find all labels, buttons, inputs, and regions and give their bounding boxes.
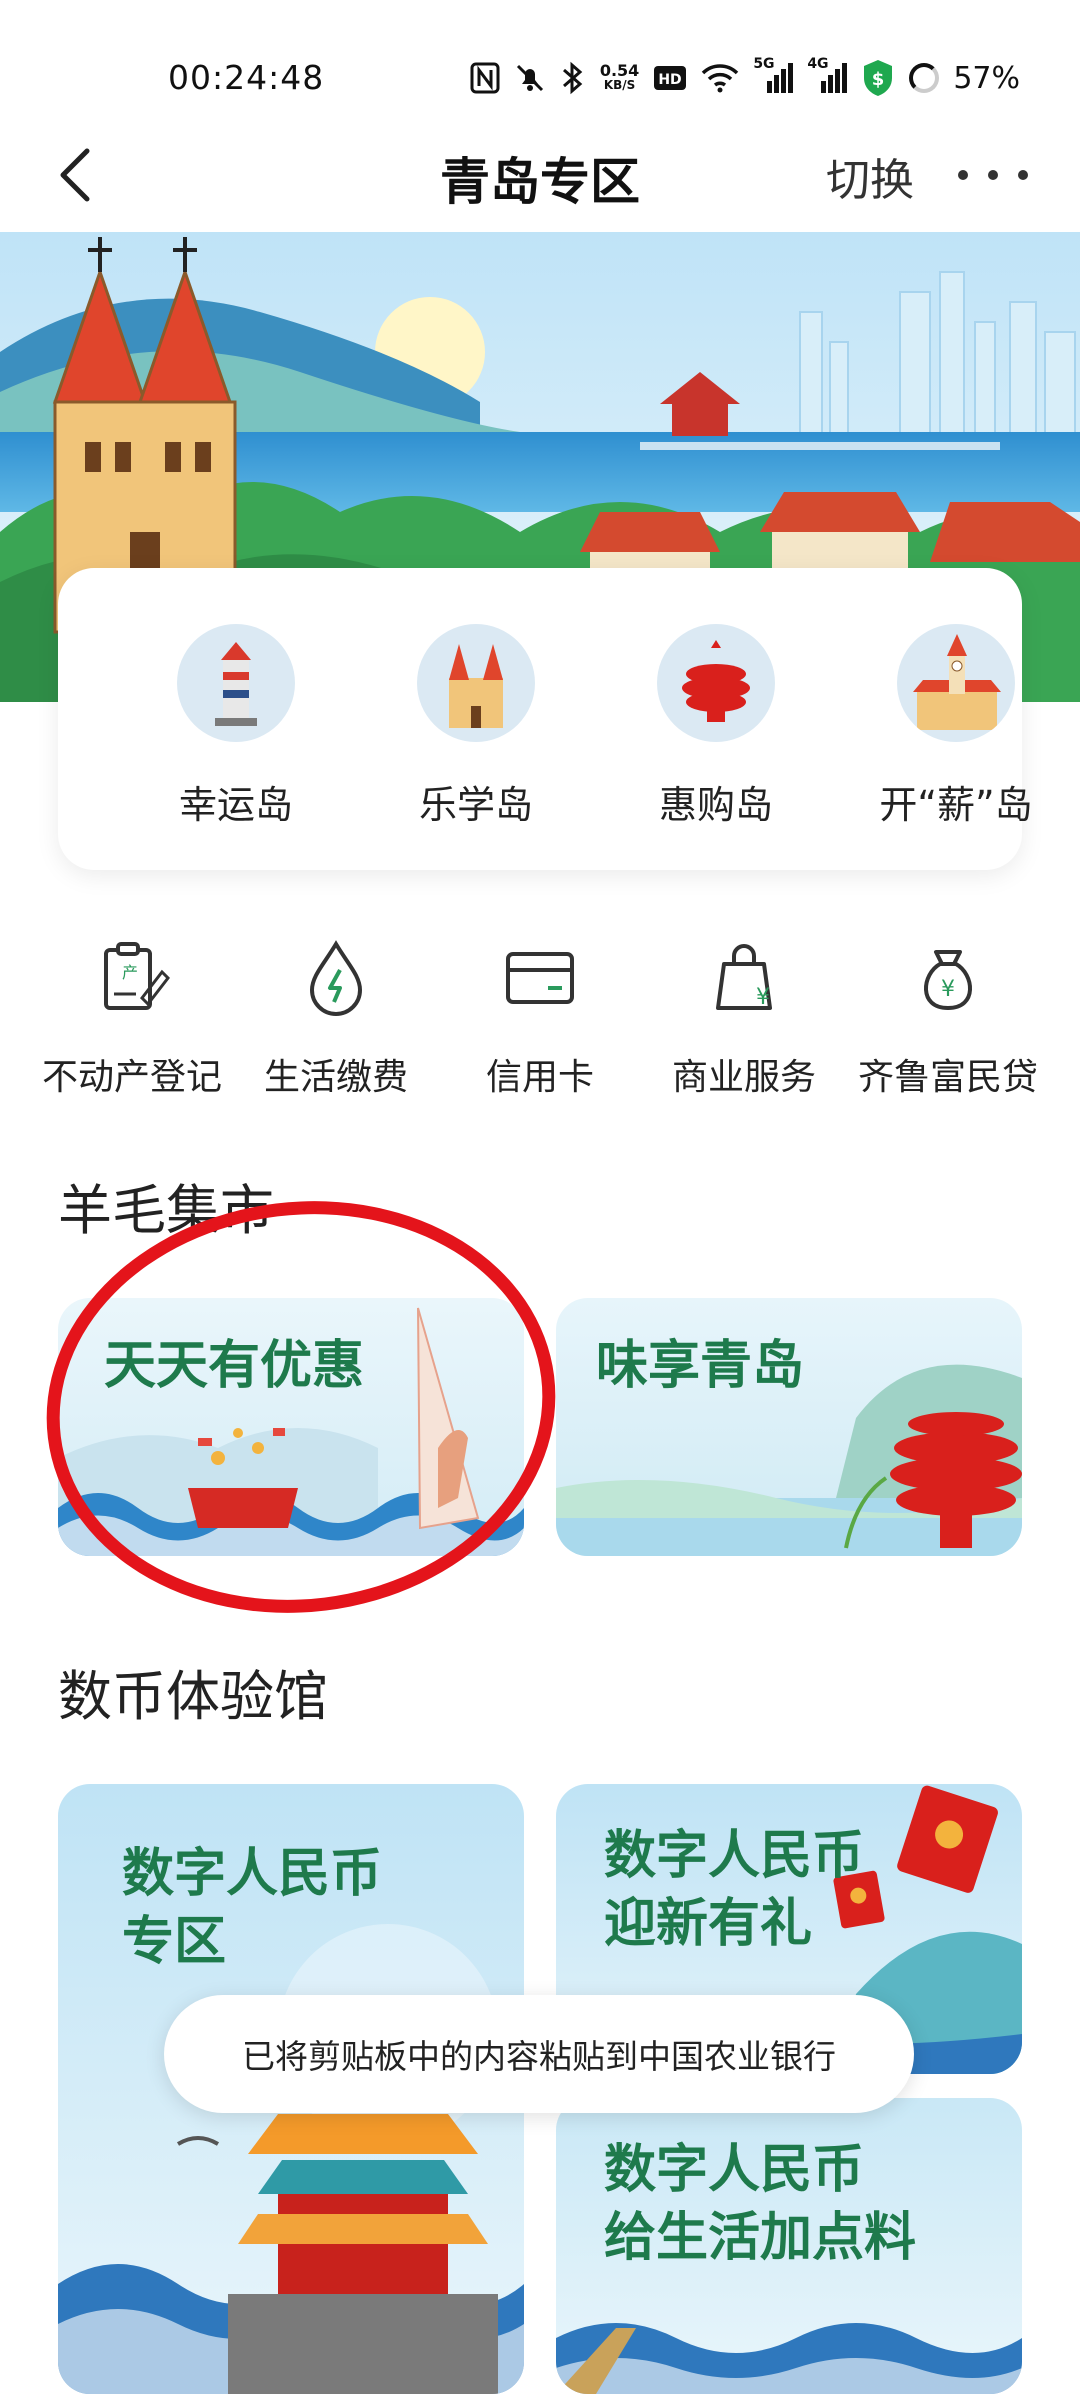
service-label: 生活缴费 (263, 1057, 408, 1098)
more-dot-icon (958, 170, 968, 180)
battery-percent: 57% (953, 60, 1020, 96)
clock-tower-icon (897, 624, 1015, 742)
card-title-line1: 数字人民币 (604, 1826, 865, 1886)
service-business[interactable]: ¥ 商业服务 (634, 938, 854, 1100)
wifi-icon (701, 58, 739, 98)
cathedral-icon (417, 624, 535, 742)
island-shopping[interactable]: 惠购岛 (616, 624, 816, 829)
service-label: 信用卡 (485, 1057, 594, 1098)
more-dot-icon (988, 170, 998, 180)
card-title-line1: 数字人民币 (604, 2140, 865, 2200)
money-bag-icon: ¥ (924, 950, 972, 1011)
signal-4g-icon: 4G (807, 56, 848, 98)
shopping-bag-icon: ¥ (716, 944, 772, 1010)
card-title-line1: 数字人民币 (122, 1844, 383, 1904)
signal-5g-label: 5G (753, 56, 775, 72)
islands-card: 幸运岛 乐学岛 惠购岛 开“薪”岛 (58, 568, 1033, 870)
svg-text:¥: ¥ (756, 985, 770, 1010)
island-label: 幸运岛 (178, 783, 293, 827)
service-qilu-loan[interactable]: ¥ 齐鲁富民贷 (838, 938, 1058, 1100)
bluetooth-icon (560, 58, 586, 98)
section-title-digital-currency: 数币体验馆 (58, 1665, 328, 1728)
island-label: 乐学岛 (418, 783, 533, 827)
hd-icon: HD (653, 58, 687, 98)
service-label: 齐鲁富民贷 (857, 1057, 1038, 1098)
svg-text:HD: HD (659, 72, 682, 88)
services-row: 产 不动产登记 生活缴费 信用卡 ¥ 商业服务 ¥ 齐鲁富民贷 (0, 938, 1080, 1108)
page-title: 青岛专区 (440, 153, 640, 211)
nfc-icon (470, 58, 500, 98)
battery-icon (909, 58, 940, 98)
card-title: 数字人民币 专区 (122, 1840, 382, 1976)
signal-4g-label: 4G (807, 56, 829, 72)
card-ecny-life[interactable]: 数字人民币 给生活加点料 (556, 2098, 1022, 2394)
more-dot-icon (1018, 170, 1028, 180)
status-icons: 0.54 KB/S HD 5G 4G $ 57% (470, 56, 1020, 100)
card-title: 味享青岛 (596, 1336, 805, 1396)
island-label: 开“薪”岛 (879, 783, 1033, 827)
card-title: 数字人民币 迎新有礼 (604, 1822, 864, 1958)
property-registration-icon: 产 (104, 942, 170, 1010)
island-salary[interactable]: 开“薪”岛 (856, 624, 1056, 829)
lighthouse-icon (177, 624, 295, 742)
svg-text:产: 产 (122, 963, 138, 982)
svg-text:$: $ (872, 69, 885, 90)
credit-card-icon (506, 952, 574, 1004)
security-shield-icon: $ (861, 58, 895, 98)
card-title: 数字人民币 给生活加点料 (604, 2136, 916, 2272)
card-title-line2: 给生活加点料 (604, 2208, 917, 2268)
service-credit-card[interactable]: 信用卡 (430, 938, 650, 1100)
may-wind-sculpture-icon (657, 624, 775, 742)
island-label: 惠购岛 (658, 783, 773, 827)
service-label: 不动产登记 (41, 1057, 222, 1098)
service-property-registration[interactable]: 产 不动产登记 (22, 938, 242, 1100)
app-header: 青岛专区 切换 (0, 120, 1080, 230)
clipboard-toast: 已将剪贴板中的内容粘贴到中国农业银行 (164, 1995, 914, 2113)
service-label: 商业服务 (671, 1057, 816, 1098)
more-options-button[interactable] (958, 150, 1028, 200)
island-learning[interactable]: 乐学岛 (376, 624, 576, 829)
status-time: 00:24:48 (168, 58, 325, 97)
card-taste-qingdao[interactable]: 味享青岛 (556, 1298, 1022, 1556)
net-speed-unit: KB/S (603, 78, 636, 92)
service-utility-payment[interactable]: 生活缴费 (226, 938, 446, 1100)
signal-5g-icon: 5G (753, 56, 794, 98)
mute-icon (514, 58, 546, 98)
card-title-line2: 迎新有礼 (604, 1894, 813, 1954)
net-speed-value: 0.54 (599, 61, 640, 80)
net-speed: 0.54 KB/S (600, 58, 639, 98)
utility-payment-icon (309, 940, 363, 1016)
switch-city-button[interactable]: 切换 (826, 144, 914, 208)
island-lucky[interactable]: 幸运岛 (136, 624, 336, 829)
svg-text:¥: ¥ (941, 977, 955, 1002)
card-title-line2: 专区 (122, 1912, 227, 1972)
